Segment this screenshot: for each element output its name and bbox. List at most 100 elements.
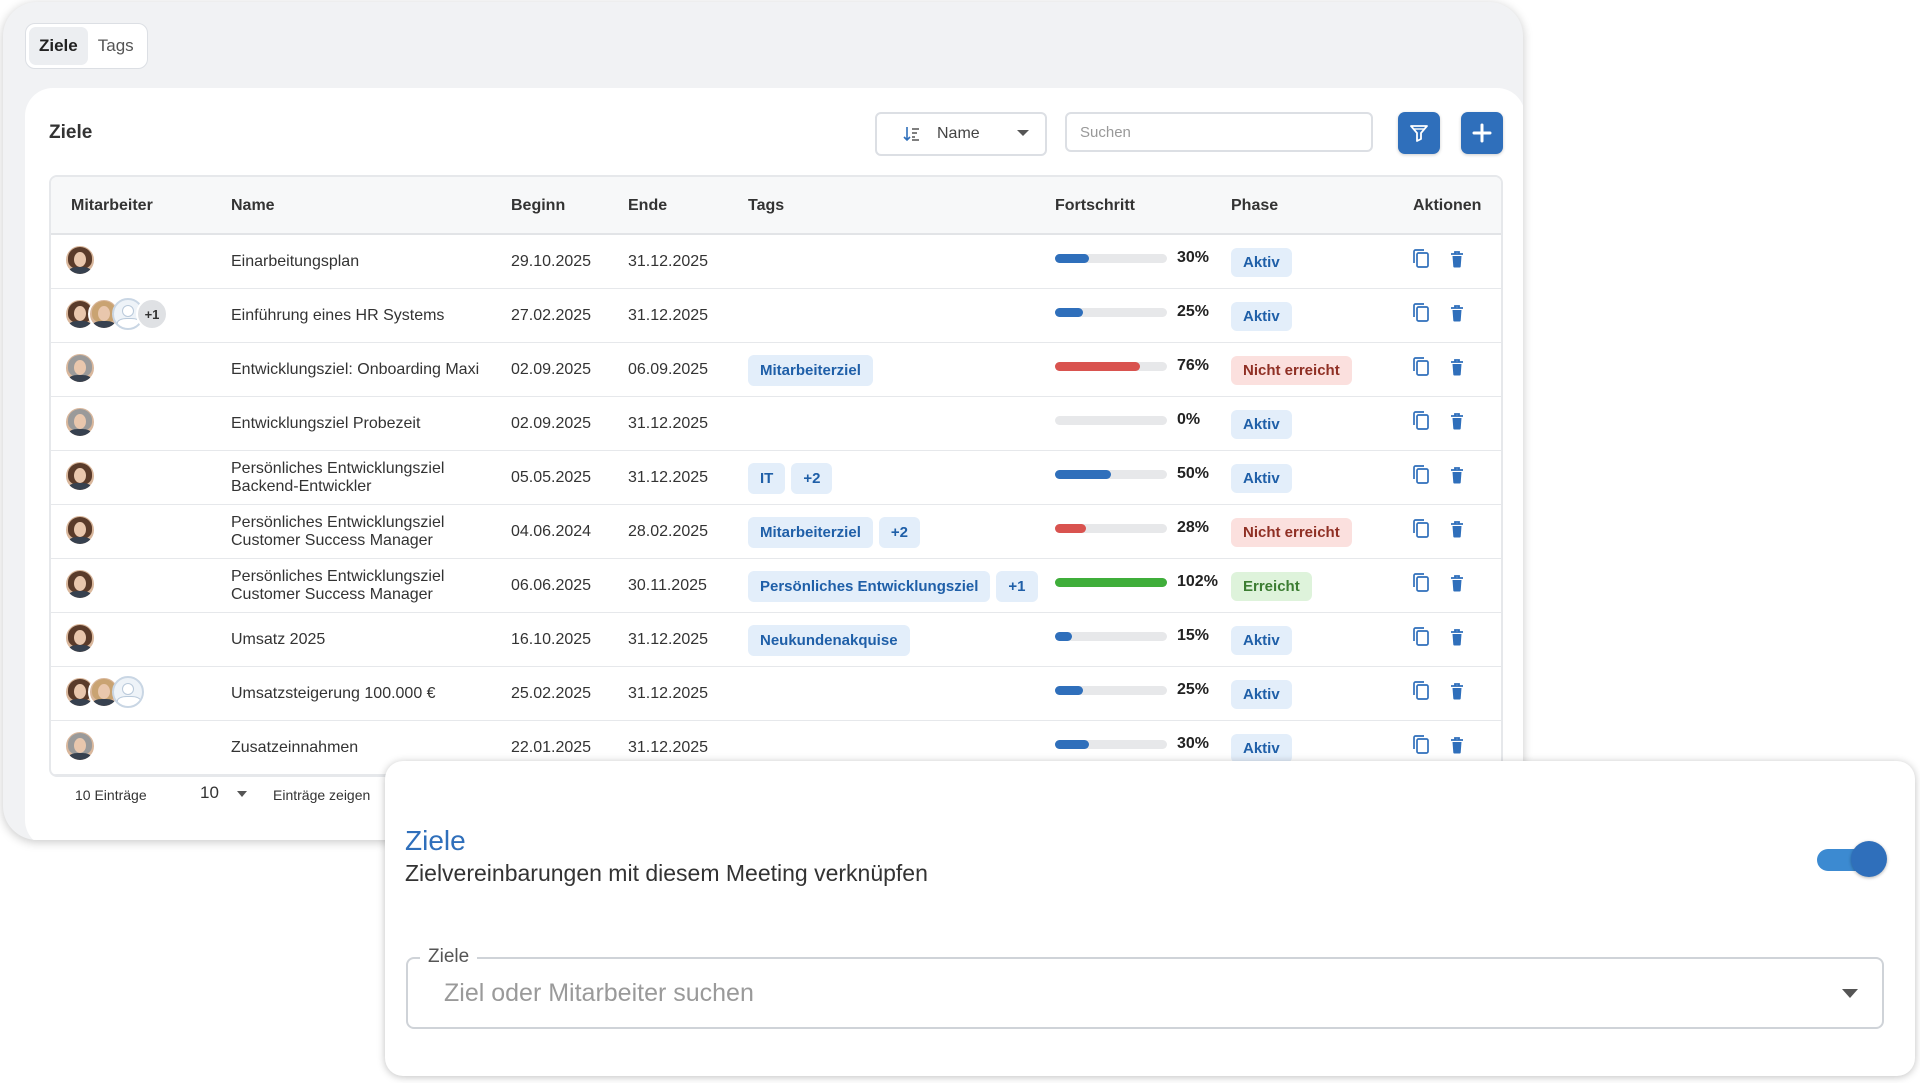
column-header[interactable]: Fortschritt: [1055, 197, 1135, 215]
avatar[interactable]: [112, 676, 144, 708]
avatar[interactable]: [64, 352, 96, 384]
filter-icon: [1410, 125, 1428, 142]
begin-date: 06.06.2025: [511, 577, 592, 594]
trash-icon[interactable]: [1449, 250, 1465, 273]
tag-chip[interactable]: Neukundenakquise: [748, 625, 910, 656]
table-row[interactable]: +1 Einführung eines HR Systems 27.02.2025 3…: [51, 289, 1501, 343]
avatar[interactable]: [64, 460, 96, 492]
search-input[interactable]: [1065, 112, 1373, 152]
goal-name-line1: Einführung eines HR Systems: [231, 307, 445, 324]
avatar[interactable]: [64, 730, 96, 762]
avatar[interactable]: [64, 568, 96, 600]
begin-date: 02.09.2025: [511, 415, 592, 432]
table-row[interactable]: Einarbeitungsplan 29.10.2025 31.12.2025 30%…: [51, 235, 1501, 289]
copy-icon[interactable]: [1411, 734, 1431, 761]
card-title: Ziele: [405, 825, 466, 856]
progress-cell: 28%: [1055, 519, 1209, 537]
progress-fill: [1055, 631, 1072, 641]
sort-select[interactable]: Name: [875, 112, 1047, 156]
trash-icon[interactable]: [1449, 628, 1465, 651]
goal-name[interactable]: Zusatzeinnahmen: [231, 739, 358, 757]
avatar[interactable]: [64, 244, 96, 276]
goal-name[interactable]: Umsatzsteigerung 100.000 €: [231, 685, 436, 703]
progress-percent: 28%: [1177, 519, 1210, 536]
phase-cell: Erreicht: [1231, 572, 1312, 601]
copy-icon[interactable]: [1411, 680, 1431, 707]
copy-icon[interactable]: [1411, 356, 1431, 383]
table-body: Einarbeitungsplan 29.10.2025 31.12.2025 30%…: [51, 235, 1501, 775]
column-header[interactable]: Beginn: [511, 197, 565, 215]
tag-chip[interactable]: +2: [878, 517, 920, 548]
copy-icon[interactable]: [1411, 248, 1431, 275]
goals-select-field[interactable]: Ziele Ziel oder Mitarbeiter suchen: [406, 946, 1884, 1029]
progress-bar: [1055, 415, 1167, 425]
end-date: 31.12.2025: [628, 415, 709, 432]
tag-chip[interactable]: Mitarbeiterziel: [748, 517, 873, 548]
employee-avatars: [64, 406, 96, 438]
column-header[interactable]: Phase: [1231, 197, 1278, 215]
goal-name[interactable]: Einführung eines HR Systems: [231, 307, 444, 325]
filter-button[interactable]: [1398, 112, 1440, 154]
chevron-down-icon[interactable]: [237, 791, 247, 797]
column-header[interactable]: Tags: [748, 197, 784, 215]
tag-chip[interactable]: +1: [996, 571, 1038, 602]
avatar[interactable]: [64, 622, 96, 654]
table-row[interactable]: Umsatzsteigerung 100.000 € 25.02.2025 31.1…: [51, 667, 1501, 721]
trash-icon[interactable]: [1449, 412, 1465, 435]
goals-search-input[interactable]: Ziel oder Mitarbeiter suchen: [444, 979, 754, 1008]
goal-name[interactable]: Persönliches Entwicklungsziel Customer Su…: [231, 568, 444, 604]
employee-avatars: [64, 730, 96, 762]
column-header[interactable]: Name: [231, 197, 275, 215]
begin-date: 02.09.2025: [511, 361, 592, 378]
phase-badge: Aktiv: [1231, 734, 1292, 763]
goal-name[interactable]: Persönliches Entwicklungsziel Customer Su…: [231, 514, 444, 550]
trash-icon[interactable]: [1449, 358, 1465, 381]
table-row[interactable]: Entwicklungsziel Probezeit 02.09.2025 31.1…: [51, 397, 1501, 451]
tab-ziele[interactable]: Ziele: [29, 27, 88, 65]
progress-fill: [1055, 739, 1089, 749]
trash-icon[interactable]: [1449, 682, 1465, 705]
phase-badge: Erreicht: [1231, 572, 1312, 601]
goal-name-line1: Einarbeitungsplan: [231, 253, 360, 270]
trash-icon[interactable]: [1449, 736, 1465, 759]
copy-icon[interactable]: [1411, 518, 1431, 545]
page-size-select[interactable]: 10: [200, 783, 219, 803]
table-row[interactable]: Persönliches Entwicklungsziel Customer Su…: [51, 559, 1501, 613]
tag-chip[interactable]: IT: [748, 463, 786, 494]
table-row[interactable]: Persönliches Entwicklungsziel Customer Su…: [51, 505, 1501, 559]
goal-name[interactable]: Entwicklungsziel Probezeit: [231, 415, 420, 433]
add-goal-button[interactable]: [1461, 112, 1503, 154]
phase-cell: Aktiv: [1231, 680, 1292, 709]
goal-name[interactable]: Persönliches Entwicklungsziel Backend-Ent…: [231, 460, 444, 496]
table-row[interactable]: Entwicklungsziel: Onboarding Maxi 02.09.2…: [51, 343, 1501, 397]
copy-icon[interactable]: [1411, 464, 1431, 491]
tag-chip[interactable]: +2: [791, 463, 833, 494]
table-row[interactable]: Umsatz 2025 16.10.2025 31.12.2025 Neukunden…: [51, 613, 1501, 667]
avatar-more-count[interactable]: +1: [136, 298, 168, 330]
phase-cell: Aktiv: [1231, 626, 1292, 655]
goal-name[interactable]: Umsatz 2025: [231, 631, 325, 649]
trash-icon[interactable]: [1449, 466, 1465, 489]
avatar[interactable]: [64, 514, 96, 546]
copy-icon[interactable]: [1411, 572, 1431, 599]
table-row[interactable]: Persönliches Entwicklungsziel Backend-Ent…: [51, 451, 1501, 505]
progress-fill: [1055, 577, 1167, 587]
copy-icon[interactable]: [1411, 410, 1431, 437]
tab-tags[interactable]: Tags: [88, 27, 144, 65]
copy-icon[interactable]: [1411, 302, 1431, 329]
copy-icon[interactable]: [1411, 626, 1431, 653]
goals-window: Ziele Tags Ziele Name Mita: [3, 2, 1523, 840]
column-header[interactable]: Ende: [628, 197, 667, 215]
chevron-down-icon[interactable]: [1842, 989, 1858, 998]
tag-chip[interactable]: Persönliches Entwicklungsziel: [748, 571, 991, 602]
link-goals-toggle[interactable]: [1817, 841, 1887, 877]
tag-chip[interactable]: Mitarbeiterziel: [748, 355, 873, 386]
goal-name[interactable]: Einarbeitungsplan: [231, 253, 359, 271]
trash-icon[interactable]: [1449, 304, 1465, 327]
trash-icon[interactable]: [1449, 520, 1465, 543]
progress-fill: [1055, 361, 1141, 371]
avatar[interactable]: [64, 406, 96, 438]
column-header[interactable]: Mitarbeiter: [71, 197, 153, 215]
goal-name[interactable]: Entwicklungsziel: Onboarding Maxi: [231, 361, 479, 379]
trash-icon[interactable]: [1449, 574, 1465, 597]
